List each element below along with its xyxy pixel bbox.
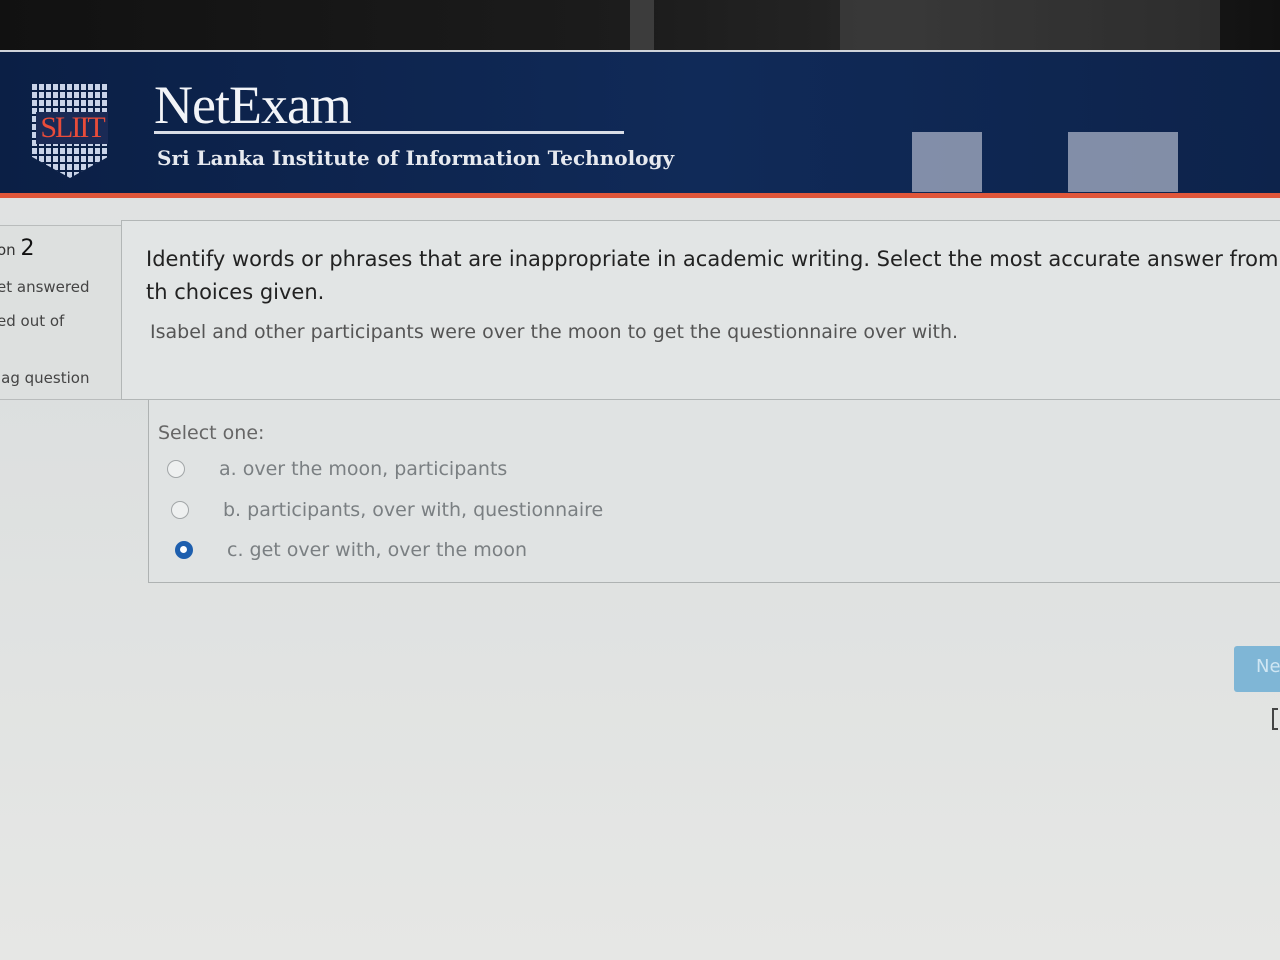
sliit-logo[interactable]: SLIIT <box>32 82 112 182</box>
option-a-label[interactable]: a. over the moon, participants <box>219 458 507 480</box>
institute-name: Sri Lanka Institute of Information Techn… <box>157 146 675 170</box>
answer-block: Select one: a. over the moon, participan… <box>148 400 1280 583</box>
option-a-radio[interactable] <box>167 460 185 478</box>
background-glare <box>630 0 654 50</box>
option-b-radio[interactable] <box>171 501 189 519</box>
answer-status: et answered <box>0 278 90 296</box>
option-b-label[interactable]: b. participants, over with, questionnair… <box>223 499 603 521</box>
header-accent-line <box>0 193 1280 198</box>
option-c[interactable]: c. get over with, over the moon <box>175 537 775 563</box>
flag-question-link[interactable]: lag question <box>0 369 89 387</box>
question-number: on 2 <box>0 236 34 261</box>
option-c-label[interactable]: c. get over with, over the moon <box>227 539 527 561</box>
brand-divider <box>154 131 624 134</box>
header-photo-strip <box>1068 132 1178 192</box>
question-sentence: Isabel and other participants were over … <box>150 321 959 343</box>
next-page-button[interactable]: Ne <box>1234 646 1280 692</box>
brand-title: NetExam <box>154 75 352 135</box>
top-background <box>0 0 1280 50</box>
question-instruction: Identify words or phrases that are inapp… <box>146 247 1279 304</box>
marks-label: ed out of <box>0 312 65 330</box>
option-b[interactable]: b. participants, over with, questionnair… <box>171 497 771 523</box>
question-info-panel: on 2 et answered ed out of lag question <box>0 225 126 400</box>
logo-text: SLIIT <box>36 112 108 144</box>
header-photo-strip <box>912 132 982 192</box>
partial-control <box>1272 708 1278 730</box>
question-number-prefix: on <box>0 241 16 259</box>
question-card: Identify words or phrases that are inapp… <box>121 220 1280 400</box>
site-header: SLIIT NetExam Sri Lanka Institute of Inf… <box>0 50 1280 198</box>
background-glare <box>840 0 1220 50</box>
question-number-value: 2 <box>20 236 35 261</box>
option-a[interactable]: a. over the moon, participants <box>167 456 767 482</box>
select-one-label: Select one: <box>158 422 265 444</box>
page: SLIIT NetExam Sri Lanka Institute of Inf… <box>0 0 1280 960</box>
option-c-radio[interactable] <box>175 541 193 559</box>
